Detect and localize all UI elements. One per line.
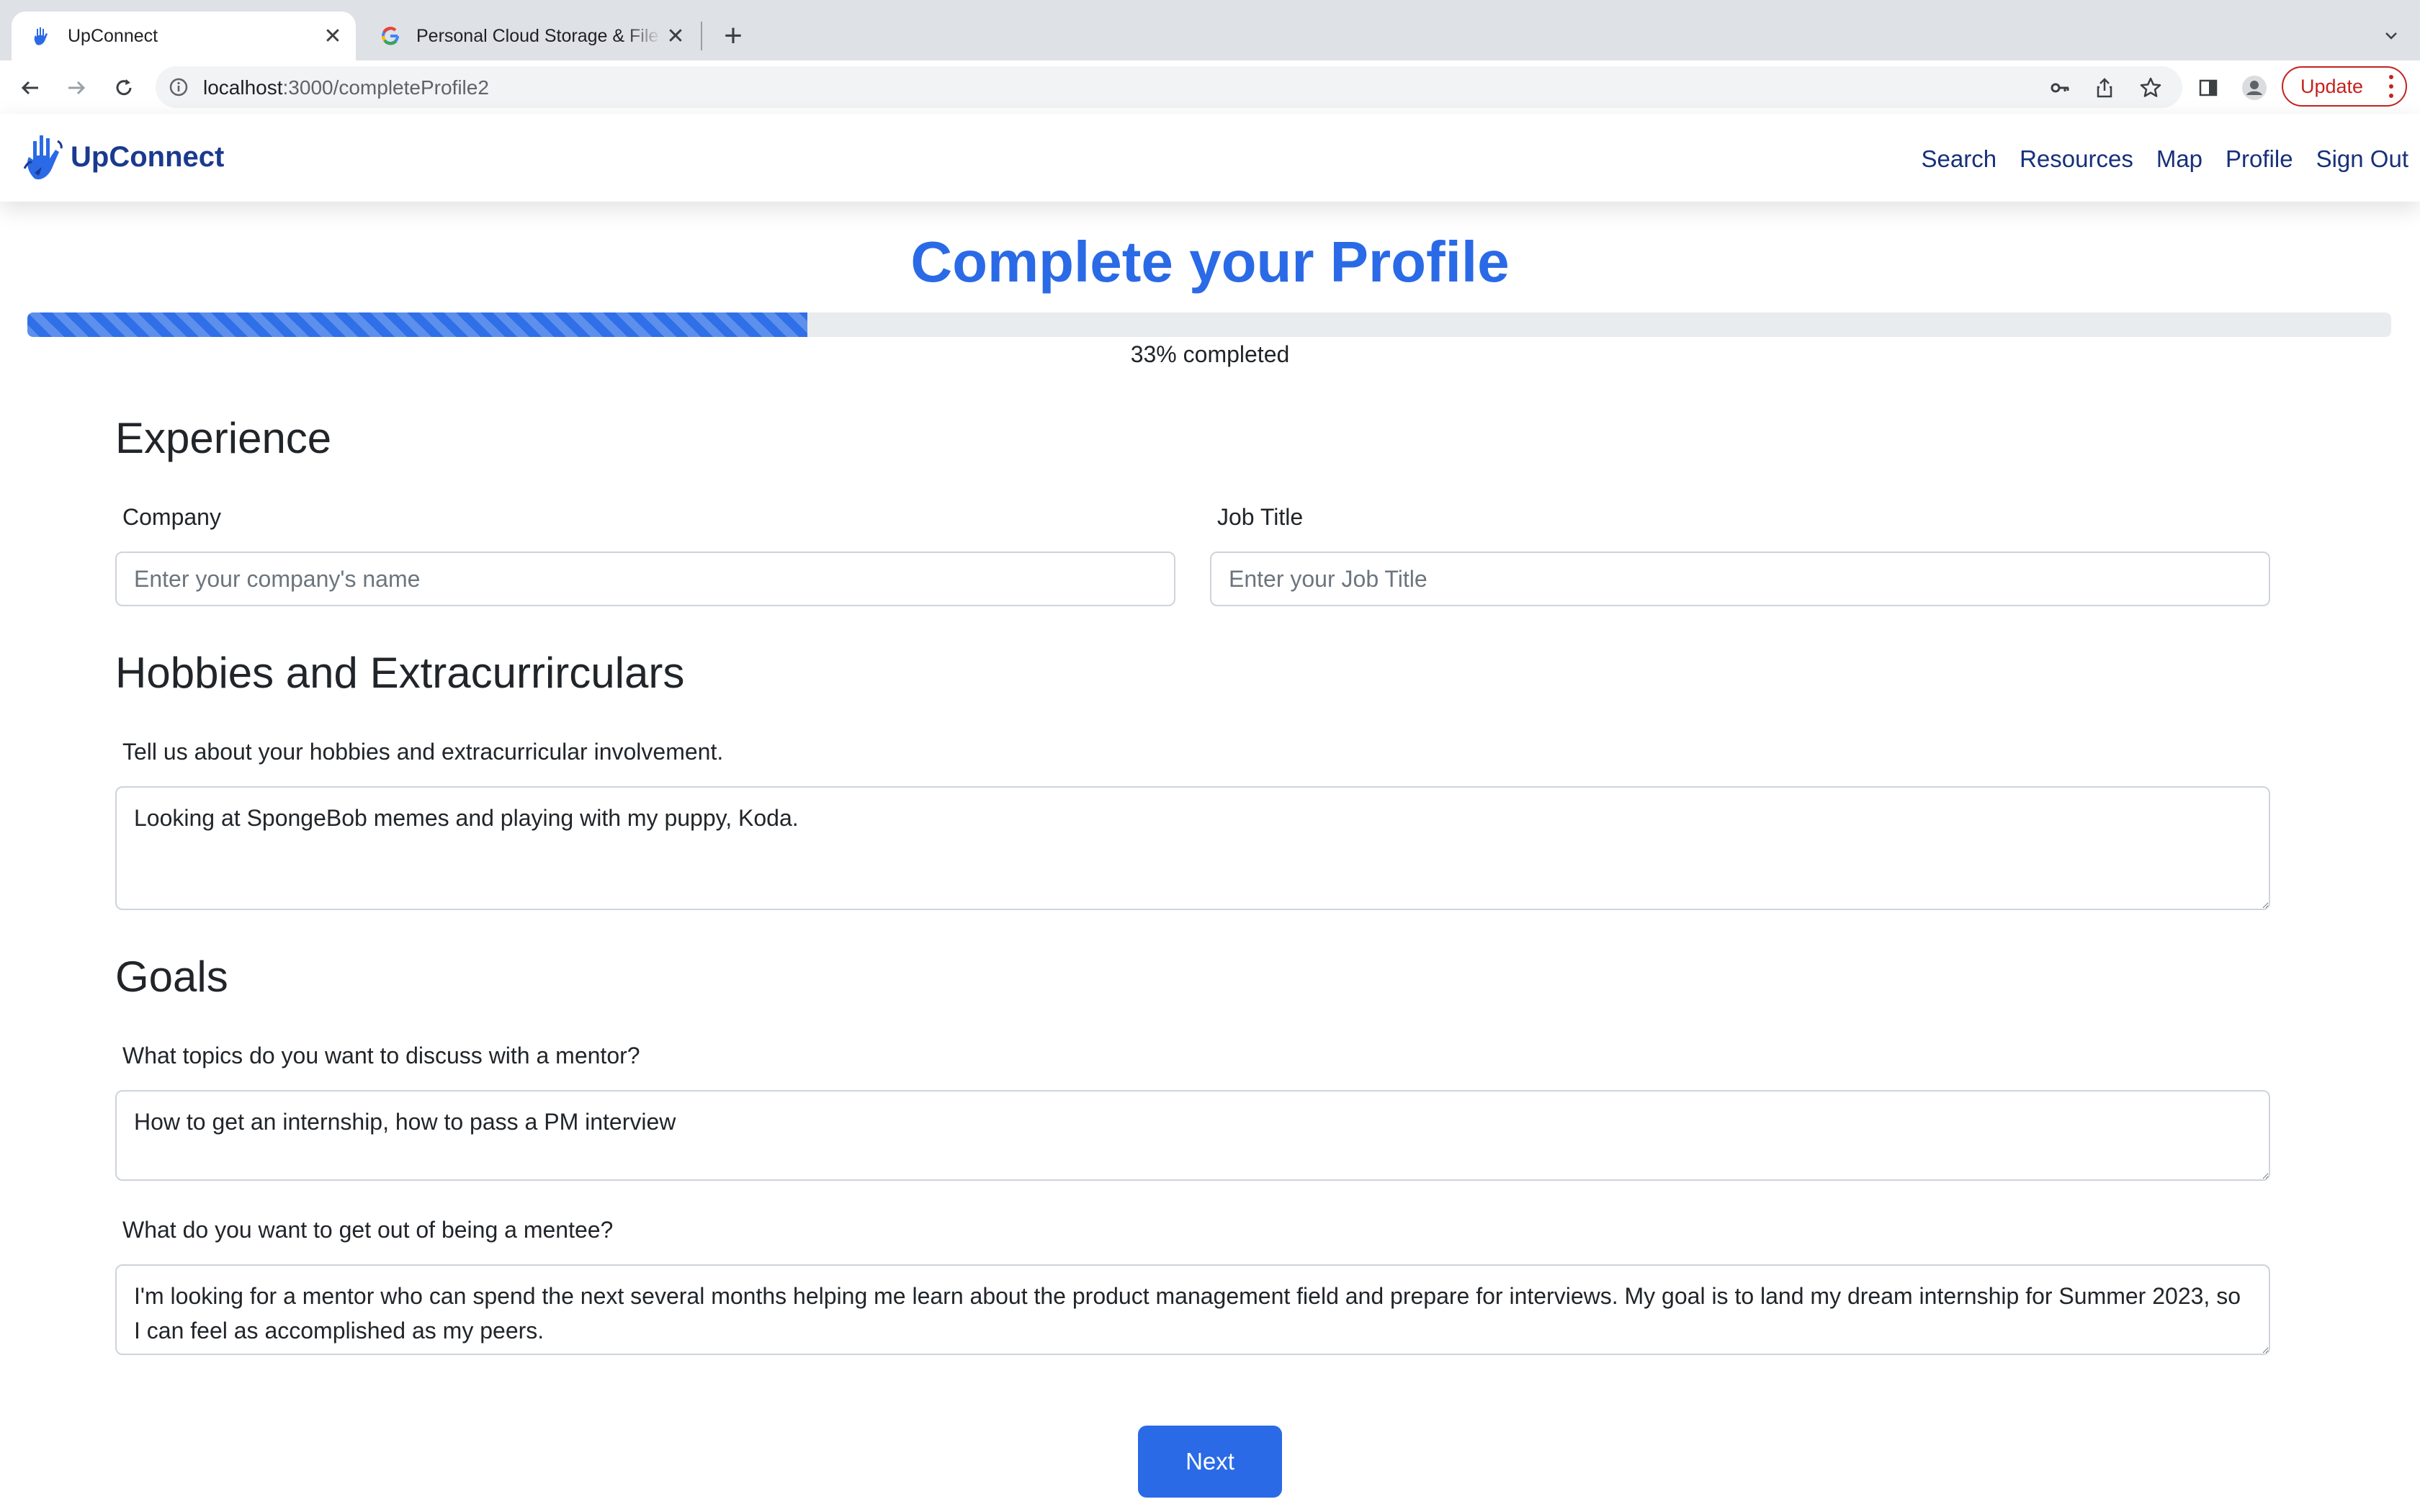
company-input[interactable] xyxy=(115,552,1175,606)
back-arrow-icon[interactable] xyxy=(13,71,48,105)
mentee-label: What do you want to get out of being a m… xyxy=(122,1217,614,1243)
reload-icon[interactable] xyxy=(107,71,141,105)
password-key-icon[interactable] xyxy=(2043,71,2077,105)
brand-link[interactable]: UpConnect xyxy=(22,131,224,183)
google-g-icon xyxy=(379,24,402,48)
company-label: Company xyxy=(122,504,221,530)
close-icon[interactable]: ✕ xyxy=(661,22,690,50)
update-label: Update xyxy=(2300,75,2364,97)
address-bar[interactable]: localhost:3000/completeProfile2 xyxy=(156,66,2182,108)
new-tab-plus-icon[interactable]: + xyxy=(714,17,752,55)
tab-separator xyxy=(701,22,702,50)
profile-avatar-icon[interactable] xyxy=(2237,71,2272,105)
tab-title: UpConnect xyxy=(68,25,158,46)
forward-arrow-icon[interactable] xyxy=(59,71,94,105)
site-info-icon[interactable] xyxy=(167,76,190,99)
hand-logo-icon xyxy=(22,131,68,183)
brand-name: UpConnect xyxy=(71,140,225,173)
browser-toolbar: localhost:3000/completeProfile2 xyxy=(0,60,2420,115)
hobbies-textarea[interactable]: Looking at SpongeBob memes and playing w… xyxy=(115,786,2270,910)
mentee-textarea[interactable]: I'm looking for a mentor who can spend t… xyxy=(115,1264,2270,1355)
main-nav: Search Resources Map Profile Sign Out xyxy=(1899,145,2408,173)
job-title-label: Job Title xyxy=(1217,504,1304,530)
tab-title: Personal Cloud Storage & File Sharing xyxy=(416,25,661,46)
more-vertical-icon xyxy=(2388,75,2394,98)
progress-bar xyxy=(27,312,2391,337)
page-title: Complete your Profile xyxy=(910,230,1510,294)
app-navbar: UpConnect Search Resources Map Profile S… xyxy=(0,114,2420,202)
update-button[interactable]: Update xyxy=(2282,66,2407,107)
goals-heading: Goals xyxy=(115,953,228,1001)
side-panel-icon[interactable] xyxy=(2191,71,2226,105)
progress-label: 33% completed xyxy=(1130,341,1290,367)
bookmark-star-icon[interactable] xyxy=(2133,71,2168,105)
nav-search[interactable]: Search xyxy=(1922,145,1997,173)
hobbies-heading: Hobbies and Extracurrirculars xyxy=(115,649,685,697)
close-icon[interactable]: ✕ xyxy=(318,22,347,50)
url-host: localhost xyxy=(203,76,283,99)
browser-tab-upconnect[interactable]: UpConnect ✕ xyxy=(12,12,356,60)
nav-resources[interactable]: Resources xyxy=(2020,145,2133,173)
tab-search-chevron-icon[interactable] xyxy=(2374,19,2408,53)
next-button[interactable]: Next xyxy=(1138,1426,1282,1498)
share-icon[interactable] xyxy=(2087,71,2122,105)
nav-profile[interactable]: Profile xyxy=(2226,145,2293,173)
nav-map[interactable]: Map xyxy=(2156,145,2202,173)
topics-label: What topics do you want to discuss with … xyxy=(122,1043,640,1068)
hobbies-label: Tell us about your hobbies and extracurr… xyxy=(122,739,724,765)
progress-fill xyxy=(27,312,808,337)
browser-tabstrip: UpConnect ✕ Personal Cloud Storage & Fil… xyxy=(0,0,2420,60)
url-path: :3000/completeProfile2 xyxy=(282,76,489,99)
job-title-input[interactable] xyxy=(1210,552,2270,606)
topics-textarea[interactable]: How to get an internship, how to pass a … xyxy=(115,1090,2270,1181)
url-text: localhost:3000/completeProfile2 xyxy=(203,76,489,99)
upconnect-hand-icon xyxy=(30,24,53,48)
experience-heading: Experience xyxy=(115,414,332,462)
browser-tab-google[interactable]: Personal Cloud Storage & File Sharing ✕ xyxy=(360,12,699,60)
nav-sign-out[interactable]: Sign Out xyxy=(2316,145,2408,173)
